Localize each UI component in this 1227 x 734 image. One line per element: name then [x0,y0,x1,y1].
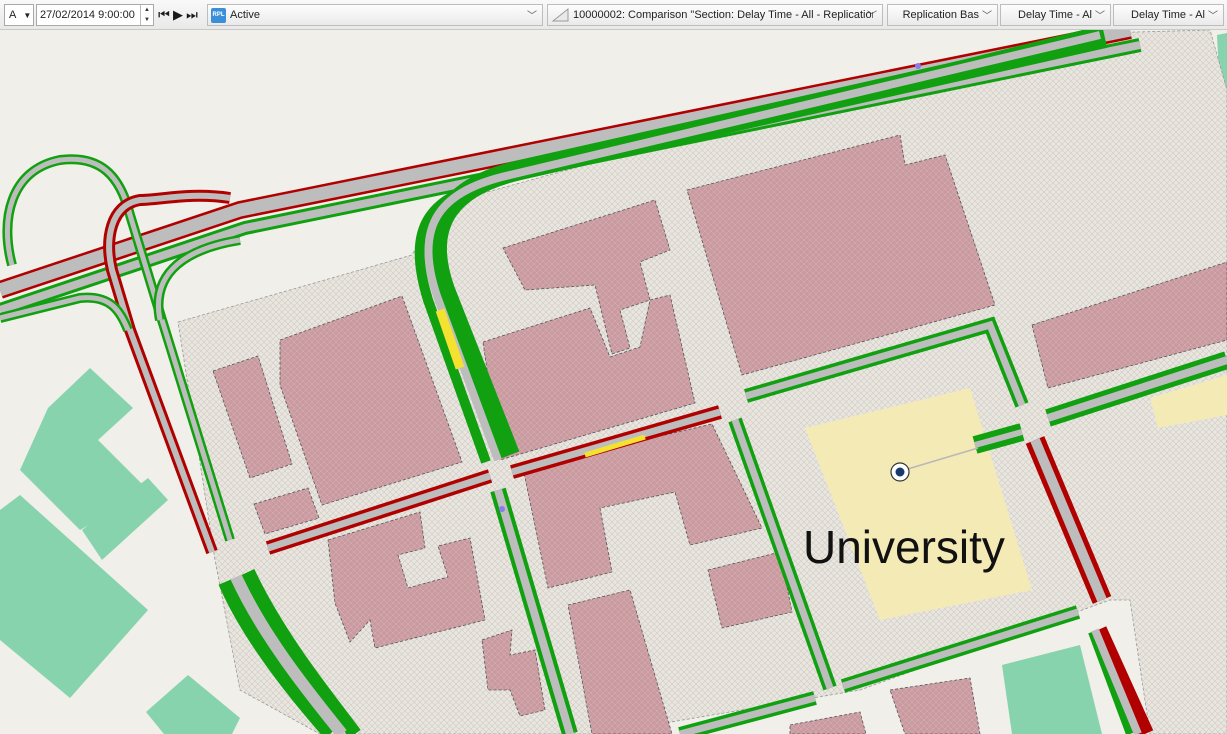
play-icon[interactable]: ▶ [171,7,185,23]
area-label-university: University [803,521,1005,573]
datetime-spinner[interactable]: ▲ ▼ [140,5,153,25]
centroid-icon-core [895,467,905,477]
spin-up-icon[interactable]: ▲ [141,5,153,15]
datetime-input[interactable]: 27/02/2014 9:00:00 ▲ ▼ [36,4,154,26]
view-mode-label: 10000002: Comparison "Section: Delay Tim… [573,9,873,21]
compare-dropdown-a[interactable]: Replication Bas ﹀ [887,4,998,26]
vehicle-marker [915,63,921,69]
spin-down-icon[interactable]: ▼ [141,15,153,25]
skip-to-start-icon[interactable]: ⏮ [157,7,171,23]
skip-to-end-icon[interactable]: ⏭ [185,7,199,23]
compare-c-label: Delay Time - Al [1131,9,1205,21]
replication-dropdown[interactable]: RPL Active ﹀ [207,4,543,26]
compare-b-label: Delay Time - Al [1018,9,1092,21]
replication-badge-icon: RPL [211,7,226,23]
chevron-down-icon: ﹀ [1095,11,1105,22]
layer-letter: A [9,9,17,21]
chevron-down-icon: ﹀ [527,11,537,22]
playback-controls: ⏮ ▶ ⏭ [157,4,203,26]
replication-status: Active [230,9,260,21]
chevron-down-icon: ﹀ [1208,11,1218,22]
network-map[interactable]: University [0,30,1227,734]
layer-selector[interactable]: A ▼ [4,4,34,26]
compare-dropdown-b[interactable]: Delay Time - Al ﹀ [1000,4,1111,26]
chevron-down-icon: ﹀ [867,11,877,22]
comparison-icon [551,7,569,22]
vehicle-marker [499,506,505,512]
compare-dropdown-c[interactable]: Delay Time - Al ﹀ [1113,4,1224,26]
toolbar: A ▼ 27/02/2014 9:00:00 ▲ ▼ ⏮ ▶ ⏭ RPL Act… [0,0,1227,30]
view-mode-dropdown[interactable]: 10000002: Comparison "Section: Delay Tim… [547,4,883,26]
datetime-value: 27/02/2014 9:00:00 [40,9,135,21]
chevron-down-icon: ▼ [23,10,32,20]
compare-a-label: Replication Bas [902,9,979,21]
chevron-down-icon: ﹀ [982,11,992,22]
